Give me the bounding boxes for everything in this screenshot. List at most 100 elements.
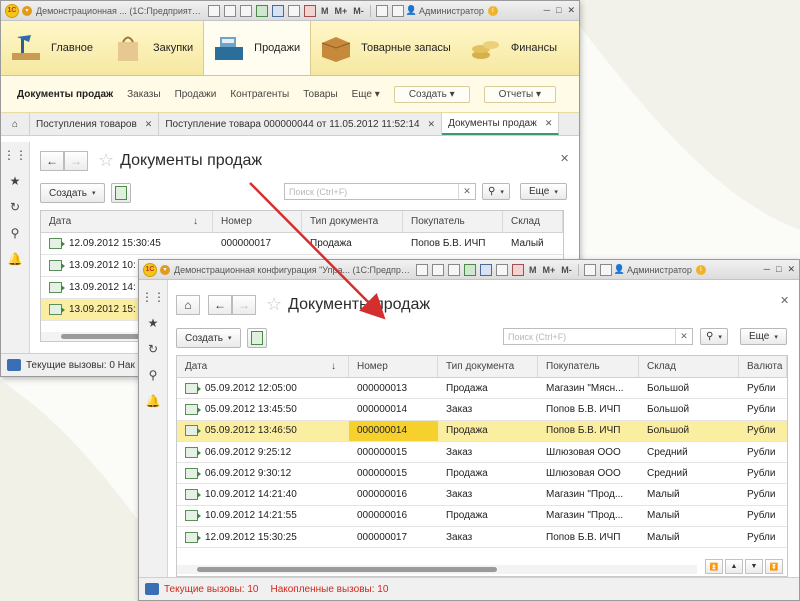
tab-goods-receipts[interactable]: Поступления товаров ✕ [30,113,160,135]
zoom-icon[interactable] [375,4,388,17]
col-number[interactable]: Номер [213,211,302,232]
form-close-icon[interactable]: ✕ [560,152,569,165]
favorites-star-icon[interactable]: ★ [1,168,29,194]
home-icon[interactable]: ⌂ [1,113,30,135]
col-number[interactable]: Номер [349,356,438,377]
table-row[interactable]: 12.09.2012 15:30:25 000000017 Заказ Попо… [177,527,787,549]
memory-mminus-icon[interactable]: M- [353,6,364,16]
tab-close-icon[interactable]: ✕ [145,119,153,130]
save-icon[interactable] [416,263,428,276]
close-icon[interactable]: ✕ [567,5,575,16]
forward-arrow-icon[interactable]: → [64,150,88,171]
link-icon[interactable] [599,263,612,276]
home-icon[interactable]: ⌂ [176,294,200,315]
cmd-reports-button[interactable]: Отчеты ▾ [483,85,557,103]
section-main[interactable]: Главное [1,21,103,75]
back-arrow-icon[interactable]: ← [40,150,64,171]
memory-mminus-icon[interactable]: M- [561,265,572,275]
copy-doc-button[interactable] [246,328,267,348]
search-input[interactable]: Поиск (Ctrl+F) ✕ [284,183,476,200]
main-menu-icon[interactable]: ▾ [22,5,32,16]
history-icon[interactable]: ↻ [1,194,29,220]
calculator-icon[interactable] [512,263,524,276]
memory-mplus-icon[interactable]: M+ [335,6,348,16]
performance-icon[interactable] [145,583,159,595]
history-icon[interactable]: ↻ [139,336,167,362]
info-icon[interactable]: i [487,5,498,16]
cmd-goods[interactable]: Товары [303,89,337,100]
print-preview-icon[interactable] [240,4,252,17]
mail-icon[interactable] [272,4,284,17]
grid-menu-icon[interactable]: ⋮⋮ [139,284,167,310]
col-buyer[interactable]: Покупатель [403,211,503,232]
close-icon[interactable]: ✕ [787,264,795,275]
print-icon[interactable] [432,263,444,276]
horizontal-scrollbar[interactable] [177,565,697,574]
col-warehouse[interactable]: Склад [503,211,563,232]
cmd-orders[interactable]: Заказы [127,89,160,100]
form-close-icon[interactable]: ✕ [780,294,789,307]
copy-doc-button[interactable] [110,183,131,203]
table-row[interactable]: 05.09.2012 12:05:00 000000013 Продажа Ма… [177,378,787,400]
section-inventory[interactable]: Товарные запасы [311,21,461,75]
search-button[interactable]: ⚲ ▾ [482,183,510,200]
section-sales[interactable]: Продажи [203,21,312,75]
col-buyer[interactable]: Покупатель [538,356,639,377]
maximize-icon[interactable]: □ [776,264,781,275]
clear-search-icon[interactable]: ✕ [458,184,475,199]
calendar-icon[interactable] [496,263,508,276]
memory-m-icon[interactable]: M [321,6,329,16]
bell-icon[interactable]: 🔔 [139,388,167,414]
cmd-more[interactable]: Еще ▾ [352,89,380,100]
save-icon[interactable] [208,4,220,17]
go-last-icon[interactable]: ⏬ [765,559,783,574]
search-icon[interactable]: ⚲ [1,220,29,246]
tab-close-icon[interactable]: ✕ [545,118,553,129]
favorite-star-icon[interactable]: ☆ [98,150,114,171]
cmd-contractors[interactable]: Контрагенты [230,89,289,100]
search-input[interactable]: Поиск (Ctrl+F) ✕ [503,328,693,345]
calculator-icon[interactable] [304,4,316,17]
link-icon[interactable] [391,4,404,17]
section-purchases[interactable]: Закупки [103,21,203,75]
table-row[interactable]: 12.09.2012 15:30:45 000000017 Продажа По… [41,233,563,255]
cmd-sales-documents[interactable]: Документы продаж [17,89,113,100]
attach-icon[interactable] [464,263,476,276]
table-row[interactable]: 06.09.2012 9:30:12 000000015 Продажа Шлю… [177,463,787,485]
table-row[interactable]: 05.09.2012 13:45:50 000000014 Заказ Попо… [177,399,787,421]
create-button[interactable]: Создать ▾ [40,183,105,203]
go-first-icon[interactable]: ⏫ [705,559,723,574]
page-down-icon[interactable]: ▼ [745,559,763,574]
maximize-icon[interactable]: □ [556,5,561,16]
main-menu-icon[interactable]: ▾ [160,264,170,275]
user-name[interactable]: Администратор [627,265,692,275]
minimize-icon[interactable]: ─ [764,264,770,275]
mail-icon[interactable] [480,263,492,276]
forward-arrow-icon[interactable]: → [232,294,256,315]
selected-cell[interactable]: 000000014 [349,420,438,441]
print-preview-icon[interactable] [448,263,460,276]
tab-close-icon[interactable]: ✕ [428,119,436,130]
col-warehouse[interactable]: Склад [639,356,739,377]
grid-menu-icon[interactable]: ⋮⋮ [1,142,29,168]
memory-m-icon[interactable]: M [529,265,537,275]
col-doc-type[interactable]: Тип документа [438,356,538,377]
table-row[interactable]: 10.09.2012 14:21:40 000000016 Заказ Мага… [177,484,787,506]
favorites-star-icon[interactable]: ★ [139,310,167,336]
favorite-star-icon[interactable]: ☆ [266,294,282,315]
page-up-icon[interactable]: ▲ [725,559,743,574]
bell-icon[interactable]: 🔔 [1,246,29,272]
attach-icon[interactable] [256,4,268,17]
clear-search-icon[interactable]: ✕ [675,329,692,344]
col-currency[interactable]: Валюта [739,356,787,377]
minimize-icon[interactable]: ─ [544,5,550,16]
search-button[interactable]: ⚲ ▾ [700,328,728,345]
tab-sales-documents[interactable]: Документы продаж ✕ [442,113,560,135]
user-name[interactable]: Администратор [419,6,484,16]
col-date[interactable]: Дата ↓ [41,211,213,232]
memory-mplus-icon[interactable]: M+ [543,265,556,275]
table-row-selected[interactable]: 05.09.2012 13:46:50 000000014 Продажа По… [177,420,787,442]
tab-goods-receipt-doc[interactable]: Поступление товара 000000044 от 11.05.20… [159,113,443,135]
search-icon[interactable]: ⚲ [139,362,167,388]
cmd-create-button[interactable]: Создать ▾ [393,85,470,103]
